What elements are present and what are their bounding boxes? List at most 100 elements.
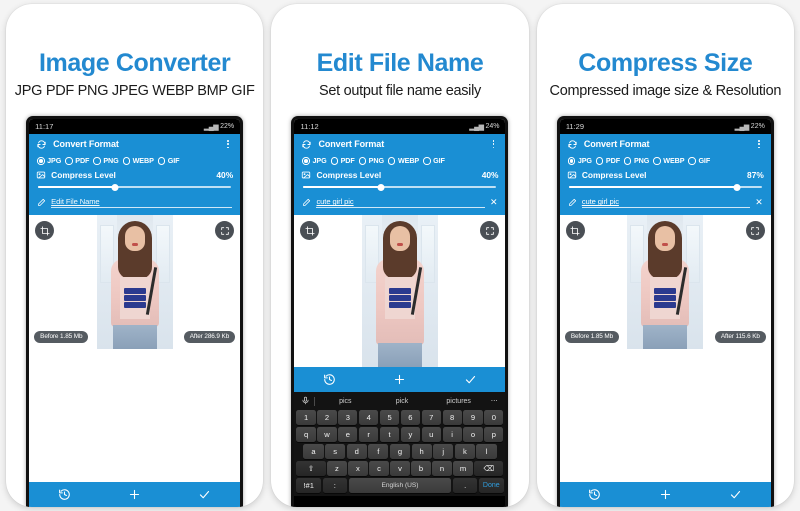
key-f[interactable]: f: [368, 444, 389, 459]
radio-button[interactable]: [653, 157, 661, 165]
check-icon[interactable]: [194, 484, 216, 506]
slider-thumb[interactable]: [377, 183, 385, 191]
radio-button[interactable]: [567, 157, 576, 165]
filename-input[interactable]: cute girl pic: [581, 197, 751, 209]
format-option-png[interactable]: PNG: [358, 156, 384, 165]
format-option-gif[interactable]: GIF: [688, 156, 710, 165]
key-7[interactable]: 7: [421, 410, 441, 425]
add-icon[interactable]: [124, 484, 146, 506]
key-v[interactable]: v: [390, 461, 410, 476]
key-i[interactable]: i: [442, 427, 462, 442]
add-icon[interactable]: [654, 484, 676, 506]
key-period[interactable]: .: [452, 478, 478, 493]
history-icon[interactable]: [319, 369, 341, 391]
key-emoji[interactable]: :: [322, 478, 348, 493]
compress-slider[interactable]: [38, 181, 232, 193]
key-n[interactable]: n: [432, 461, 452, 476]
format-option-gif[interactable]: GIF: [157, 156, 180, 165]
key-r[interactable]: r: [359, 427, 379, 442]
key-a[interactable]: a: [303, 444, 324, 459]
overflow-menu-icon[interactable]: [754, 137, 764, 151]
format-option-webp[interactable]: WEBP: [122, 156, 154, 165]
radio-button[interactable]: [387, 157, 396, 165]
format-option-jpg[interactable]: JPG: [567, 156, 592, 165]
clear-filename-button[interactable]: ✕: [490, 198, 498, 207]
compress-slider[interactable]: [303, 181, 497, 193]
key-0[interactable]: 0: [484, 410, 504, 425]
key-w[interactable]: w: [317, 427, 337, 442]
suggestion-item[interactable]: pick: [375, 398, 429, 405]
check-icon[interactable]: [459, 369, 481, 391]
more-dots-icon[interactable]: ⋯: [489, 397, 501, 405]
key-e[interactable]: e: [338, 427, 358, 442]
format-option-webp[interactable]: WEBP: [387, 156, 419, 165]
format-option-webp[interactable]: WEBP: [653, 156, 685, 165]
key-symbols[interactable]: !#1: [296, 478, 321, 493]
key-y[interactable]: y: [400, 427, 421, 442]
radio-button[interactable]: [65, 157, 73, 165]
history-icon[interactable]: [584, 484, 606, 506]
slider-thumb[interactable]: [733, 183, 741, 191]
mic-icon[interactable]: [299, 396, 311, 407]
suggestion-item[interactable]: pictures: [432, 398, 486, 405]
key-k[interactable]: k: [454, 444, 475, 459]
key-space[interactable]: English (US): [348, 478, 452, 493]
key-2[interactable]: 2: [317, 410, 337, 425]
key-g[interactable]: g: [389, 444, 410, 459]
key-j[interactable]: j: [433, 444, 454, 459]
key-h[interactable]: h: [411, 444, 432, 459]
key-backspace[interactable]: ⌫: [474, 461, 504, 476]
key-b[interactable]: b: [411, 461, 431, 476]
radio-button[interactable]: [302, 157, 310, 165]
slider-thumb[interactable]: [111, 183, 119, 191]
key-9[interactable]: 9: [463, 410, 483, 425]
key-u[interactable]: u: [421, 427, 441, 442]
radio-button[interactable]: [37, 157, 45, 165]
clear-filename-button[interactable]: ✕: [755, 198, 763, 207]
compress-slider[interactable]: [568, 181, 762, 193]
key-m[interactable]: m: [453, 461, 473, 476]
history-icon[interactable]: [53, 484, 75, 506]
radio-button[interactable]: [157, 157, 166, 165]
format-option-png[interactable]: PNG: [623, 156, 649, 165]
add-icon[interactable]: [389, 369, 411, 391]
radio-button[interactable]: [595, 157, 604, 165]
key-x[interactable]: x: [348, 461, 368, 476]
radio-button[interactable]: [423, 157, 431, 165]
check-icon[interactable]: [725, 484, 747, 506]
key-z[interactable]: z: [327, 461, 347, 476]
radio-button[interactable]: [122, 157, 131, 165]
format-option-pdf[interactable]: PDF: [330, 156, 355, 165]
key-4[interactable]: 4: [359, 410, 379, 425]
key-8[interactable]: 8: [442, 410, 462, 425]
format-option-pdf[interactable]: PDF: [65, 156, 89, 165]
key-c[interactable]: c: [369, 461, 389, 476]
key-1[interactable]: 1: [296, 410, 316, 425]
radio-button[interactable]: [93, 157, 101, 165]
radio-button[interactable]: [330, 157, 339, 165]
key-s[interactable]: s: [325, 444, 346, 459]
key-3[interactable]: 3: [338, 410, 358, 425]
crop-icon[interactable]: [300, 221, 320, 241]
overflow-menu-icon[interactable]: [223, 137, 233, 151]
key-o[interactable]: o: [463, 427, 483, 442]
filename-input[interactable]: Edit File Name: [51, 197, 233, 209]
expand-icon[interactable]: [480, 221, 500, 241]
format-option-gif[interactable]: GIF: [423, 156, 445, 165]
format-option-jpg[interactable]: JPG: [37, 156, 61, 165]
radio-button[interactable]: [688, 157, 696, 165]
key-p[interactable]: p: [484, 427, 504, 442]
expand-icon[interactable]: [745, 221, 765, 241]
suggestion-item[interactable]: pics: [318, 398, 372, 405]
crop-icon[interactable]: [35, 221, 55, 241]
key-l[interactable]: l: [476, 444, 497, 459]
format-option-jpg[interactable]: JPG: [302, 156, 327, 165]
format-option-png[interactable]: PNG: [93, 156, 119, 165]
key-6[interactable]: 6: [400, 410, 421, 425]
key-done[interactable]: Done: [479, 478, 504, 493]
key-t[interactable]: t: [379, 427, 400, 442]
key-d[interactable]: d: [346, 444, 367, 459]
key-shift[interactable]: ⇧: [296, 461, 326, 476]
filename-input[interactable]: cute girl pic: [316, 197, 485, 209]
expand-icon[interactable]: [215, 221, 235, 241]
